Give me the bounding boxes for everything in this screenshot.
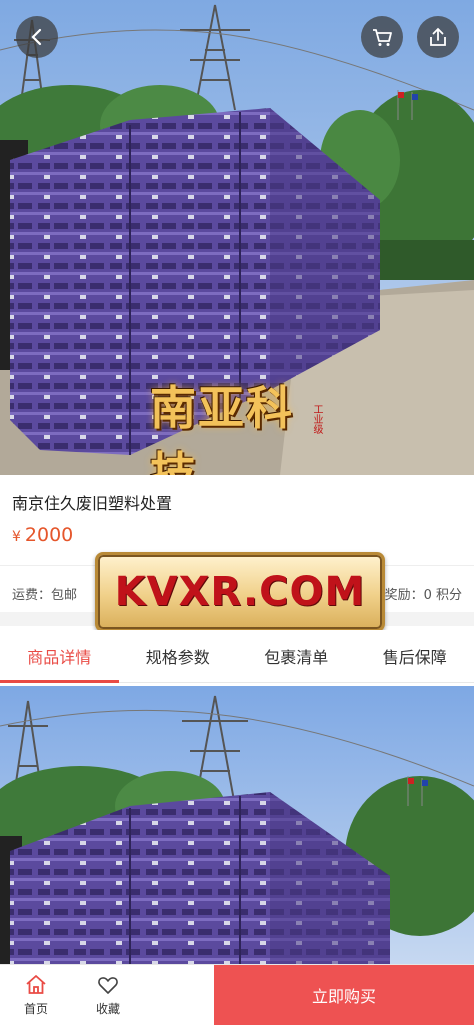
- chevron-left-icon: [27, 27, 47, 47]
- detail-tabs: 商品详情 规格参数 包裹清单 售后保障: [0, 630, 474, 683]
- nav-home-label: 首页: [24, 1000, 48, 1017]
- tab-specifications[interactable]: 规格参数: [119, 630, 238, 682]
- cart-button[interactable]: [361, 16, 403, 58]
- tab-product-details[interactable]: 商品详情: [0, 630, 119, 682]
- share-button[interactable]: [417, 16, 459, 58]
- watermark-banner: KVXR.COM: [95, 552, 385, 632]
- reward-info: 奖励：0 积分: [385, 584, 462, 603]
- heart-icon: [96, 973, 120, 997]
- back-button[interactable]: [16, 16, 58, 58]
- logo-text: 南亚科技: [150, 372, 330, 476]
- logo-small-text: 工业级: [309, 404, 324, 434]
- home-icon: [24, 973, 48, 997]
- shipping-info: 运费：包邮: [12, 584, 77, 603]
- tab-after-sales[interactable]: 售后保障: [356, 630, 474, 682]
- product-title: 南京住久废旧塑料处置: [12, 490, 172, 514]
- price-value: 2000: [25, 524, 73, 546]
- tab-package-list[interactable]: 包裹清单: [237, 630, 356, 682]
- detail-image: [0, 686, 474, 964]
- buy-now-button[interactable]: 立即购买: [214, 965, 474, 1025]
- watermark-text: KVXR.COM: [115, 569, 366, 615]
- share-icon: [427, 26, 449, 48]
- logo-overlay: 南亚科技 工业级: [150, 400, 330, 475]
- product-image[interactable]: 南亚科技 工业级: [0, 0, 474, 475]
- cart-icon: [371, 26, 393, 48]
- product-price: ¥2000: [12, 524, 73, 546]
- bottom-action-bar: 首页 收藏 立即购买: [0, 964, 474, 1025]
- nav-favorite-label: 收藏: [96, 1000, 120, 1017]
- nav-home[interactable]: 首页: [0, 965, 72, 1025]
- nav-favorite[interactable]: 收藏: [72, 965, 144, 1025]
- currency-symbol: ¥: [12, 529, 21, 545]
- pallet-stack-detail-photo: [0, 686, 474, 964]
